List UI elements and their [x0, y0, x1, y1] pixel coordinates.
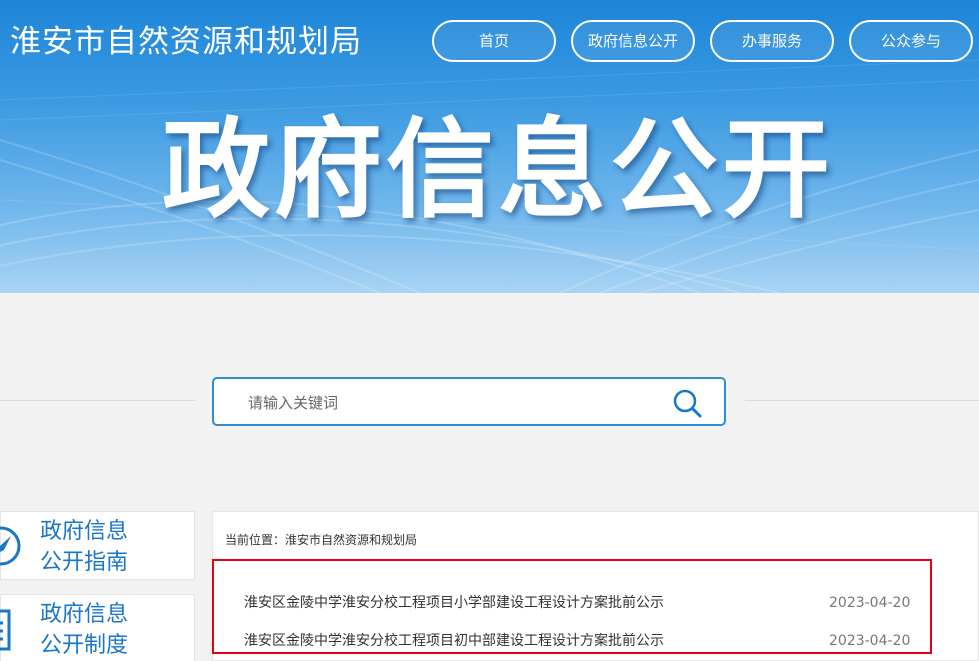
list-item-title[interactable]: 淮安区金陵中学淮安分校工程项目初中部建设工程设计方案批前公示	[244, 631, 664, 651]
sidebar-item-label: 政府信息 公开指南	[40, 516, 128, 578]
nav-home[interactable]: 首页	[432, 20, 556, 62]
breadcrumb: 当前位置：淮安市自然资源和规划局	[225, 533, 418, 547]
nav-services[interactable]: 办事服务	[710, 20, 834, 62]
nav-participation[interactable]: 公众参与	[849, 20, 973, 62]
site-title[interactable]: 淮安市自然资源和规划局	[10, 20, 362, 64]
hero-title: 政府信息公开	[162, 108, 835, 233]
list-item-date: 2023-04-20	[829, 633, 911, 649]
nav-gov-info[interactable]: 政府信息公开	[571, 20, 695, 62]
content-panel: 当前位置：淮安市自然资源和规划局 淮安区金陵中学淮安分校工程项目小学部建设工程设…	[212, 511, 979, 661]
header-banner: 淮安市自然资源和规划局 首页 政府信息公开 办事服务 公众参与 政府信息公开	[0, 0, 979, 293]
sidebar-item-system[interactable]: 政府信息 公开制度	[0, 594, 195, 661]
compass-icon	[0, 526, 21, 566]
divider-right	[745, 400, 979, 401]
list-item-date: 2023-04-20	[829, 595, 911, 611]
divider-left	[0, 400, 195, 401]
highlight-box: 淮安区金陵中学淮安分校工程项目小学部建设工程设计方案批前公示 2023-04-2…	[212, 559, 932, 654]
sidebar-item-guide[interactable]: 政府信息 公开指南	[0, 511, 195, 580]
search-input[interactable]	[246, 389, 650, 417]
document-icon	[0, 609, 11, 651]
sidebar-item-line2: 公开制度	[40, 633, 129, 658]
sidebar-item-line1: 政府信息	[40, 602, 129, 627]
search-icon[interactable]	[671, 387, 703, 419]
sidebar-item-line2: 公开指南	[40, 550, 129, 575]
search-box	[212, 377, 726, 426]
sidebar-item-line1: 政府信息	[40, 519, 129, 544]
sidebar-item-label: 政府信息 公开制度	[40, 599, 128, 661]
list-item-title[interactable]: 淮安区金陵中学淮安分校工程项目小学部建设工程设计方案批前公示	[244, 593, 664, 613]
